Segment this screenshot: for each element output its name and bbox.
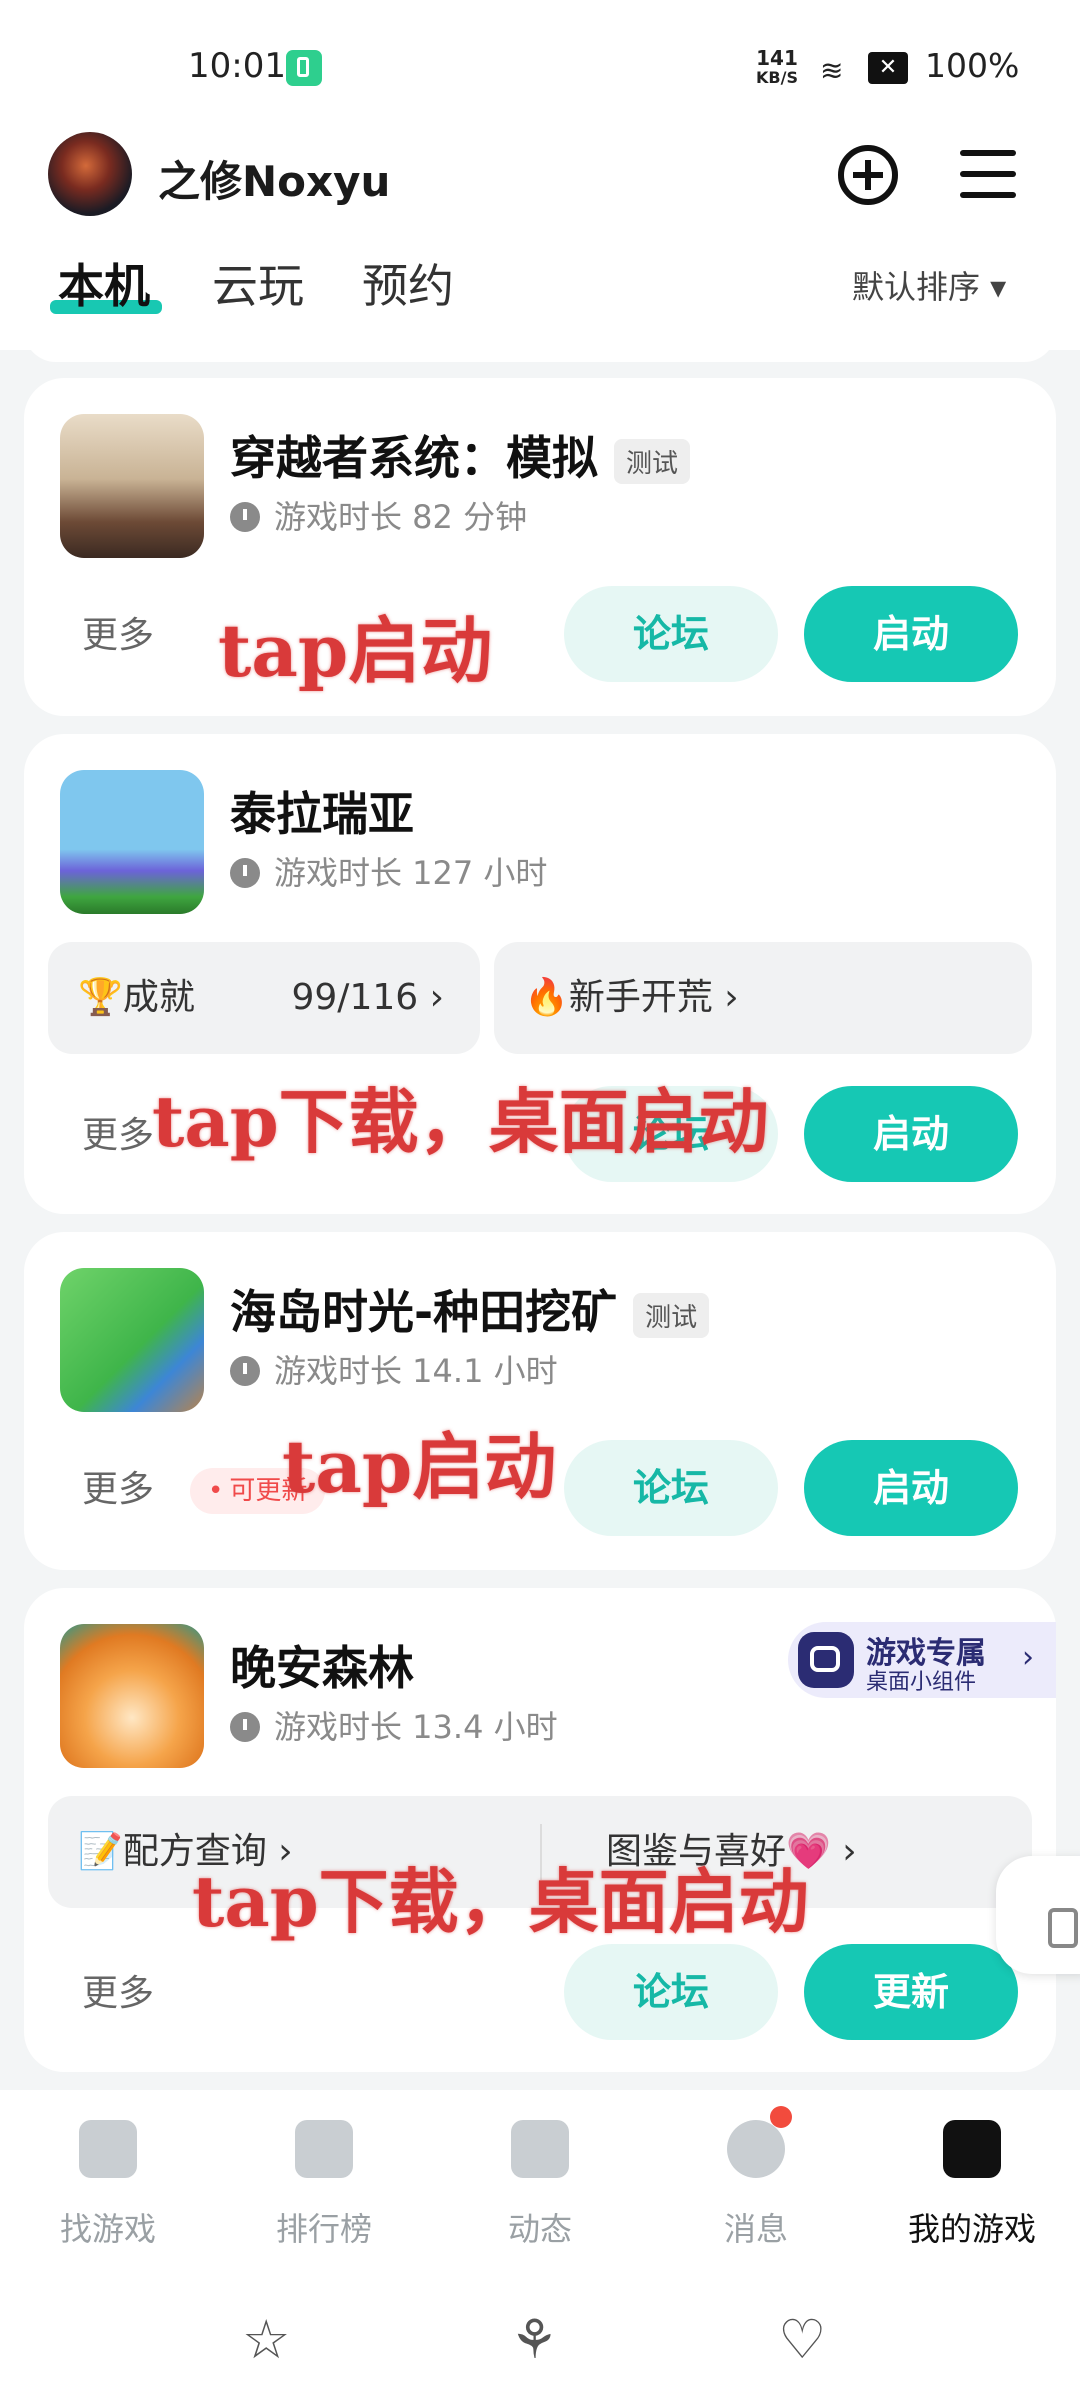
heart-icon[interactable]: ♡	[778, 2308, 826, 2371]
timer-icon	[230, 1712, 260, 1742]
playtime-text: 游戏时长 127 小时	[274, 854, 548, 892]
update-button[interactable]: 更新	[804, 1944, 1018, 2040]
find-games-icon	[79, 2120, 137, 2178]
feed-icon	[511, 2120, 569, 2178]
gamepad-icon	[798, 1632, 854, 1688]
star-icon[interactable]: ☆	[242, 2308, 290, 2371]
nav-label: 动态	[507, 2210, 572, 2248]
achievements-count: 99/116 ›	[291, 977, 445, 1018]
beginner-guide-label: 🔥新手开荒 ›	[524, 977, 739, 1018]
playtime: 游戏时长 82 分钟	[230, 492, 527, 538]
game-card: 海岛时光-种田挖矿测试 游戏时长 14.1 小时 更多 可更新 论坛 启动	[24, 1232, 1056, 1570]
page-header: 之修Noxyu 本机 云玩 预约 默认排序 ▾	[0, 120, 1080, 350]
timer-icon	[230, 502, 260, 532]
network-speed: 141 KB/S	[756, 48, 798, 88]
playtime-text: 游戏时长 13.4 小时	[274, 1708, 558, 1746]
game-title[interactable]: 海岛时光-种田挖矿 测试	[230, 1276, 710, 1342]
nav-rankings[interactable]: 排行榜	[244, 2120, 404, 2250]
more-button[interactable]: 更多	[82, 1106, 154, 1158]
game-icon[interactable]	[60, 414, 204, 558]
launch-button[interactable]: 启动	[804, 1440, 1018, 1536]
bottom-navigation: 找游戏 排行榜 动态 消息 我的游戏 ☆ ⚘ ♡	[0, 2090, 1080, 2400]
nav-messages[interactable]: 消息	[676, 2120, 836, 2250]
desktop-widget-badge[interactable]: 游戏专属 桌面小组件 ›	[788, 1622, 1056, 1698]
achievements-label: 🏆成就	[78, 977, 195, 1018]
sort-dropdown[interactable]: 默认排序 ▾	[852, 262, 1006, 308]
avatar[interactable]	[48, 132, 132, 216]
tab-local[interactable]: 本机	[58, 250, 150, 316]
annotation-text: tap下载，桌面启动	[192, 1860, 809, 1943]
game-title[interactable]: 穿越者系统：模拟 测试	[230, 422, 691, 488]
status-bar: 10:01 141 KB/S ≋ ✕ 100%	[0, 0, 1080, 120]
add-icon[interactable]	[838, 145, 898, 205]
game-icon[interactable]	[60, 1624, 204, 1768]
forum-button[interactable]: 论坛	[564, 586, 778, 682]
game-card: 穿越者系统：模拟 测试 游戏时长 82 分钟 更多 论坛 启动	[24, 378, 1056, 716]
game-icon[interactable]	[60, 1268, 204, 1412]
nav-find-games[interactable]: 找游戏	[28, 2120, 188, 2250]
nav-label: 消息	[723, 2210, 788, 2248]
game-title-text: 海岛时光-种田挖矿	[230, 1285, 618, 1339]
test-tag: 测试	[614, 439, 691, 484]
annotation-text: tap下载，桌面启动	[152, 1080, 769, 1163]
notification-app-icon	[286, 50, 322, 86]
nav-label: 找游戏	[59, 2210, 156, 2248]
floating-download-tab[interactable]	[996, 1856, 1080, 1974]
nav-feed[interactable]: 动态	[460, 2120, 620, 2250]
tab-reservation[interactable]: 预约	[362, 250, 454, 316]
network-speed-unit: KB/S	[756, 68, 798, 87]
network-speed-value: 141	[756, 46, 798, 70]
game-card: 晚安森林 游戏时长 13.4 小时 游戏专属 桌面小组件 › 📝配方查询 › 图…	[24, 1588, 1056, 2072]
more-button[interactable]: 更多	[82, 606, 154, 658]
achievements-chip[interactable]: 🏆成就 99/116 ›	[48, 942, 480, 1054]
unread-dot	[770, 2106, 792, 2128]
timer-icon	[230, 858, 260, 888]
rankings-icon	[295, 2120, 353, 2178]
game-icon[interactable]	[60, 770, 204, 914]
more-button[interactable]: 更多	[82, 1460, 154, 1512]
flower-icon[interactable]: ⚘	[510, 2308, 558, 2371]
my-games-icon	[943, 2120, 1001, 2178]
no-sim-icon: ✕	[868, 52, 908, 84]
battery-level: 100%	[925, 46, 1020, 85]
previous-card-edge	[24, 330, 1056, 362]
annotation-text: tap启动	[218, 608, 493, 693]
game-title-text: 穿越者系统：模拟	[230, 431, 598, 485]
timer-icon	[230, 1356, 260, 1386]
widget-subtitle: 桌面小组件	[866, 1670, 977, 1695]
annotation-text: tap启动	[282, 1424, 557, 1509]
nav-label: 我的游戏	[907, 2210, 1036, 2248]
playtime: 游戏时长 127 小时	[230, 848, 547, 894]
game-title[interactable]: 晚安森林	[230, 1632, 414, 1698]
menu-icon[interactable]	[960, 150, 1016, 198]
username[interactable]: 之修Noxyu	[158, 148, 390, 209]
chevron-right-icon: ›	[1022, 1640, 1034, 1675]
more-button[interactable]: 更多	[82, 1964, 154, 2016]
game-title[interactable]: 泰拉瑞亚	[230, 778, 414, 844]
messages-icon	[727, 2120, 785, 2178]
forum-button[interactable]: 论坛	[564, 1440, 778, 1536]
beginner-guide-chip[interactable]: 🔥新手开荒 ›	[494, 942, 1032, 1054]
test-tag: 测试	[633, 1293, 710, 1338]
nav-my-games[interactable]: 我的游戏	[892, 2120, 1052, 2250]
status-time: 10:01	[188, 46, 286, 86]
launch-button[interactable]: 启动	[804, 586, 1018, 682]
playtime: 游戏时长 14.1 小时	[230, 1346, 558, 1392]
launch-button[interactable]: 启动	[804, 1086, 1018, 1182]
forum-button[interactable]: 论坛	[564, 1944, 778, 2040]
wifi-icon: ≋	[820, 54, 844, 87]
download-icon	[1048, 1908, 1078, 1948]
tab-cloud-play[interactable]: 云玩	[212, 250, 304, 316]
nav-label: 排行榜	[275, 2210, 372, 2248]
playtime-text: 游戏时长 14.1 小时	[274, 1352, 558, 1390]
playtime: 游戏时长 13.4 小时	[230, 1702, 558, 1748]
playtime-text: 游戏时长 82 分钟	[274, 498, 528, 536]
